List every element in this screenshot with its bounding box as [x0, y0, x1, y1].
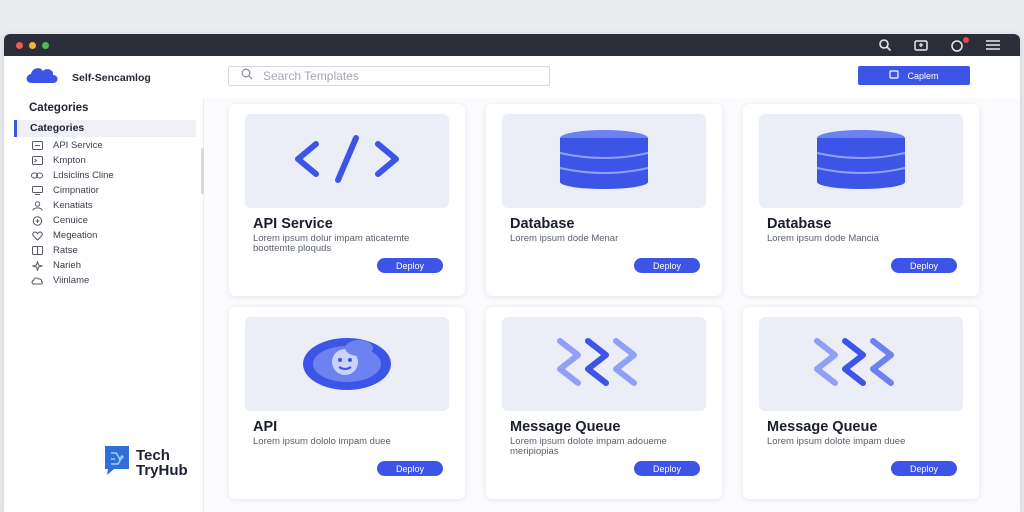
sidebar-title: Categories — [29, 102, 89, 114]
card-title: API Service — [253, 216, 333, 232]
sidebar-item-label: Cenuice — [53, 215, 88, 226]
sidebar-item-label: Ratse — [53, 245, 78, 256]
app-name: Self-Sencamlog — [72, 71, 151, 84]
deploy-button[interactable]: Deploy — [891, 258, 957, 273]
deploy-button[interactable]: Deploy — [634, 461, 700, 476]
card-title: Message Queue — [510, 419, 621, 435]
minimize-window-button[interactable] — [29, 41, 36, 49]
template-grid: API Service Lorem ipsum dolur impam atic… — [204, 98, 1020, 512]
wave-icon — [554, 335, 654, 394]
sidebar-item-cenuice[interactable]: Cenuice — [31, 213, 114, 228]
notification-icon[interactable] — [948, 37, 969, 53]
sidebar-item-ldsiclins-cline[interactable]: Ldsiclins Cline — [31, 168, 114, 183]
brand-watermark: Tech TryHub — [102, 443, 188, 482]
database-icon — [813, 129, 909, 194]
sidebar-item-label: Ldsiclins Cline — [53, 170, 114, 181]
deploy-button[interactable]: Deploy — [891, 461, 957, 476]
monitor-icon — [31, 186, 43, 196]
search-box[interactable] — [228, 66, 550, 86]
maximize-window-button[interactable] — [42, 41, 49, 49]
card-description: Lorem ipsum dode Menar — [510, 233, 619, 244]
menu-icon[interactable] — [984, 37, 1002, 53]
cloud-face-icon — [299, 330, 395, 399]
inbox-icon[interactable] — [912, 37, 930, 53]
notification-badge — [963, 37, 969, 43]
sidebar-item-kenatiats[interactable]: Kenatiats — [31, 198, 114, 213]
card-title: Message Queue — [767, 419, 878, 435]
cloud-logo-icon — [22, 64, 64, 91]
sidebar-item-ratse[interactable]: Ratse — [31, 243, 114, 258]
sidebar-item-kmpton[interactable]: Kmpton — [31, 153, 114, 168]
sidebar-item-label: Megeation — [53, 230, 98, 241]
sidebar-item-label: API Service — [53, 140, 103, 151]
sidebar-item-api-service[interactable]: API Service — [31, 138, 114, 153]
close-window-button[interactable] — [16, 41, 23, 49]
sidebar-item-label: Kenatiats — [53, 200, 93, 211]
template-card[interactable]: Database Lorem ipsum dode Menar Deploy — [486, 104, 722, 296]
deploy-button[interactable]: Deploy — [377, 461, 443, 476]
deploy-button[interactable]: Deploy — [377, 258, 443, 273]
search-input[interactable] — [263, 69, 523, 83]
sidebar-list: API Service Kmpton Ldsiclins Cline Cimpn… — [31, 138, 114, 288]
sidebar-item-label: Kmpton — [53, 155, 86, 166]
cloud-icon — [31, 276, 43, 286]
card-description: Lorem ipsum dolur impam aticatemte boott… — [253, 233, 410, 254]
card-image — [759, 114, 963, 208]
link-icon — [31, 171, 43, 181]
sidebar-item-megeation[interactable]: Megeation — [31, 228, 114, 243]
sidebar-item-viinlame[interactable]: Viinlame — [31, 273, 114, 288]
wave-icon — [811, 335, 911, 394]
card-description: Lorem ipsum dode Mancia — [767, 233, 879, 244]
card-image — [502, 114, 706, 208]
card-image — [759, 317, 963, 411]
sidebar-item-narieh[interactable]: Narieh — [31, 258, 114, 273]
template-card[interactable]: API Lorem ipsum dololo impam duee Deploy — [229, 307, 465, 499]
user-icon — [31, 200, 43, 211]
card-title: API — [253, 419, 278, 435]
plus-circle-icon — [31, 215, 43, 226]
brand-line-1: Tech — [136, 446, 170, 464]
app-window: Self-Sencamlog Caplem Categories Categor… — [4, 34, 1020, 512]
header-action-label: Caplem — [907, 70, 939, 81]
terminal-icon — [31, 156, 43, 166]
header-action-button[interactable]: Caplem — [858, 66, 970, 85]
sidebar-item-cimpnatior[interactable]: Cimpnatior — [31, 183, 114, 198]
card-image — [245, 317, 449, 411]
card-description: Lorem ipsum dololo impam duee — [253, 436, 391, 447]
card-description: Lorem ipsum dolote impam adoueme meripio… — [510, 436, 667, 457]
card-description: Lorem ipsum dolote impam duee — [767, 436, 906, 447]
api-icon — [31, 141, 43, 151]
deploy-button[interactable]: Deploy — [634, 258, 700, 273]
template-card[interactable]: API Service Lorem ipsum dolur impam atic… — [229, 104, 465, 296]
template-card[interactable]: Message Queue Lorem ipsum dolote impam d… — [743, 307, 979, 499]
app-logo[interactable]: Self-Sencamlog — [22, 64, 151, 91]
grid-icon — [31, 246, 43, 256]
brand-line-2: TryHub — [136, 461, 188, 479]
box-icon — [889, 70, 900, 81]
title-bar — [4, 34, 1020, 56]
sidebar-item-label: Viinlame — [53, 275, 90, 286]
app-header: Self-Sencamlog Caplem — [4, 56, 1020, 98]
database-icon — [556, 129, 652, 194]
card-title: Database — [510, 216, 575, 232]
search-icon[interactable] — [876, 37, 894, 53]
card-image — [502, 317, 706, 411]
template-card[interactable]: Database Lorem ipsum dode Mancia Deploy — [743, 104, 979, 296]
template-card[interactable]: Message Queue Lorem ipsum dolote impam a… — [486, 307, 722, 499]
sidebar-item-label: Narieh — [53, 260, 81, 271]
heart-icon — [31, 230, 43, 241]
search-icon — [241, 67, 253, 85]
code-icon — [292, 134, 402, 189]
brand-logo-icon — [102, 443, 132, 482]
sparkle-icon — [31, 260, 43, 271]
card-image — [245, 114, 449, 208]
sidebar-item-label: Cimpnatior — [53, 185, 99, 196]
card-title: Database — [767, 216, 832, 232]
sidebar-item-categories[interactable]: Categories — [14, 120, 196, 137]
